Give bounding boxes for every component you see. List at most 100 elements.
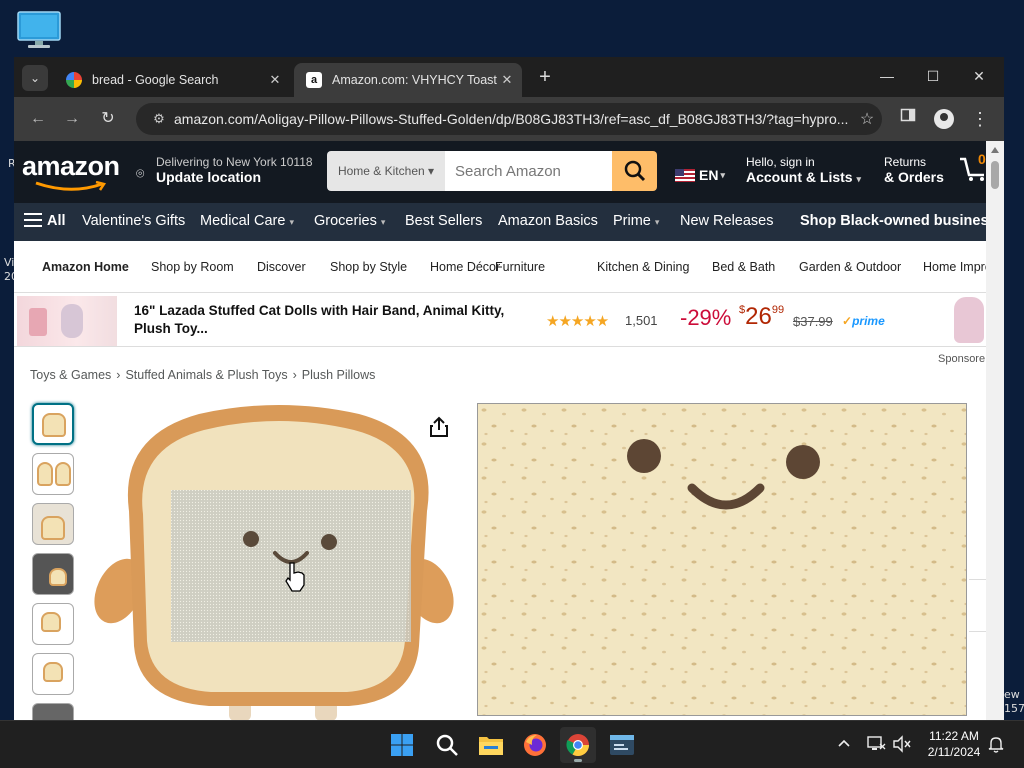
volume-muted-icon[interactable] [892,735,912,758]
chrome-window: ⌄ bread - Google Search ✕ a Amazon.com: … [14,57,1004,720]
sponsored-product-title[interactable]: 16" Lazada Stuffed Cat Dolls with Hair B… [134,302,534,338]
breadcrumb-link[interactable]: Stuffed Animals & Plush Toys [125,368,287,382]
store-nav-shop-by-style[interactable]: Shop by Style [330,260,407,274]
firefox-button[interactable] [517,727,553,763]
store-nav-furniture[interactable]: Furniture [495,260,545,274]
main-product-image[interactable] [89,396,459,720]
back-arrow-icon[interactable]: ← [26,107,50,131]
store-nav-amazon-home[interactable]: Amazon Home [42,260,129,274]
reload-icon[interactable]: ↻ [96,107,120,131]
rating-stars-icon[interactable]: ★★★★★ [546,312,609,330]
search-icon [436,734,458,756]
subnav-valentines-gifts[interactable]: Valentine's Gifts [82,213,185,229]
account-lists[interactable]: Hello, sign in Account & Lists ▾ [746,155,861,185]
thumbnail-5[interactable] [32,603,74,645]
store-nav-discover[interactable]: Discover [257,260,306,274]
sponsored-label: Sponsore [938,353,986,365]
scrollbar-thumb [991,161,999,189]
tab-google-search[interactable]: bread - Google Search ✕ [54,63,290,97]
thumbnail-1[interactable] [32,403,74,445]
search-input[interactable]: Search Amazon [445,151,612,191]
subnav-shop-black-owned[interactable]: Shop Black-owned business [800,213,986,229]
review-count[interactable]: 1,501 [625,313,658,328]
search-button[interactable] [429,727,465,763]
store-nav-home-improvement[interactable]: Home Impro [923,260,986,274]
deliver-to[interactable]: ⌾ Delivering to New York 10118 Update lo… [136,155,313,185]
chevron-right-icon: › [116,368,121,382]
thumbnail-3[interactable] [32,503,74,545]
chevron-right-icon: › [292,368,297,382]
terminal-button[interactable] [604,727,640,763]
returns-orders[interactable]: Returns & Orders [884,155,944,185]
cart-icon[interactable]: 0 [958,151,986,190]
subnav-groceries[interactable]: Groceries ▾ [314,213,385,229]
tab-title: Amazon.com: VHYHCY Toast Br [332,73,498,87]
amazon-logo[interactable]: amazon [22,151,122,191]
page-scrollbar[interactable] [986,141,1004,720]
side-panel-icon[interactable] [896,107,920,131]
notification-bell-icon[interactable] [988,735,1004,758]
language-selector[interactable]: EN ▾ [675,167,725,183]
thumbnail-video[interactable] [32,703,74,720]
network-icon[interactable] [866,735,886,758]
breadcrumb-link[interactable]: Toys & Games [30,368,111,382]
store-nav-bed-bath[interactable]: Bed & Bath [712,260,775,274]
file-explorer-button[interactable] [473,727,509,763]
browser-toolbar: ← → ↻ ⚙ amazon.com/Aoligay-Pillow-Pillow… [14,97,1004,141]
sponsored-side-image[interactable] [954,297,984,343]
discount-percent: -29% [680,305,732,330]
search-department-select[interactable]: Home & Kitchen ▾ [327,151,445,191]
bookmark-star-icon[interactable]: ☆ [852,109,882,129]
chevron-up-icon[interactable] [836,735,852,756]
store-nav-shop-by-room[interactable]: Shop by Room [151,260,234,274]
maximize-button[interactable]: ☐ [910,64,956,88]
address-bar[interactable]: ⚙ amazon.com/Aoligay-Pillow-Pillows-Stuf… [136,103,882,135]
scroll-up-arrow-icon [991,147,999,153]
chrome-button[interactable] [560,727,596,763]
windows-logo-icon [391,734,413,756]
more-menu-icon[interactable]: ⋮ [968,107,992,131]
checkmark-icon: ✓ [842,314,853,328]
new-tab-button[interactable]: + [534,66,556,89]
profile-icon[interactable] [932,107,956,131]
subnav-prime[interactable]: Prime ▾ [613,213,659,229]
breadcrumb-link[interactable]: Plush Pillows [302,368,376,382]
tab-amazon[interactable]: a Amazon.com: VHYHCY Toast Br ✕ [294,63,522,97]
subnav-best-sellers[interactable]: Best Sellers [405,213,482,229]
chrome-icon [566,734,589,756]
sponsored-product-bar[interactable]: 16" Lazada Stuffed Cat Dolls with Hair B… [14,293,986,347]
hamburger-icon [24,213,42,227]
url-text[interactable]: amazon.com/Aoligay-Pillow-Pillows-Stuffe… [174,111,852,127]
site-settings-icon[interactable]: ⚙ [144,111,174,127]
thumbnail-6[interactable] [32,653,74,695]
start-button[interactable] [384,727,420,763]
share-icon[interactable] [428,416,450,438]
minimize-button[interactable]: — [864,64,910,88]
windows-taskbar: 11:22 AM 2/11/2024 [0,720,1024,768]
thumbnail-4[interactable] [32,553,74,595]
search-icon [624,160,645,182]
thumbnail-2[interactable] [32,453,74,495]
this-pc-desktop-icon[interactable] [16,10,62,50]
terminal-icon [610,735,634,755]
store-nav-home-decor[interactable]: Home Décor [430,260,500,274]
prime-badge: ✓prime [842,314,885,328]
tab-title: bread - Google Search [92,73,219,87]
close-window-button[interactable]: ✕ [956,64,1002,88]
subnav-amazon-basics[interactable]: Amazon Basics [498,213,598,229]
all-menu-button[interactable]: All [24,213,66,229]
subnav-new-releases[interactable]: New Releases [680,213,774,229]
system-clock[interactable]: 11:22 AM 2/11/2024 [916,728,992,760]
search-button[interactable] [612,151,657,191]
google-icon [66,72,82,88]
forward-arrow-icon[interactable]: → [60,107,84,131]
close-icon[interactable]: ✕ [266,72,284,88]
sponsored-product-image[interactable] [17,296,117,346]
store-nav-kitchen-dining[interactable]: Kitchen & Dining [597,260,689,274]
tab-search-button[interactable]: ⌄ [22,65,48,91]
subnav-medical-care[interactable]: Medical Care ▾ [200,213,294,229]
close-icon[interactable]: ✕ [498,72,516,88]
store-nav-garden-outdoor[interactable]: Garden & Outdoor [799,260,901,274]
clock-time: 11:22 AM [929,729,979,743]
page-viewport: amazon ⌾ Delivering to New York 10118 Up… [14,141,986,720]
